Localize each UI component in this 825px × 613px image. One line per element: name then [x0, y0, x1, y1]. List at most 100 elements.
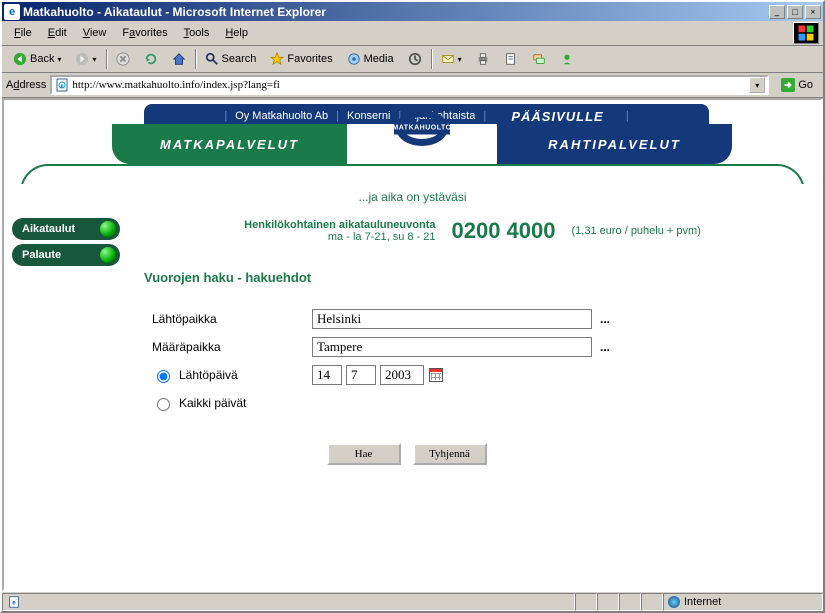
search-button[interactable]: Search	[200, 49, 262, 69]
radio-departure-date[interactable]	[157, 370, 170, 383]
forward-arrow-icon	[75, 52, 89, 66]
menu-help[interactable]: Help	[217, 25, 256, 41]
calendar-icon[interactable]	[429, 368, 443, 382]
topnav-company[interactable]: Oy Matkahuolto Ab	[235, 110, 328, 122]
minimize-button[interactable]: _	[769, 5, 785, 19]
led-icon	[100, 221, 116, 237]
tab-travel[interactable]: MATKAPALVELUT	[112, 124, 347, 164]
back-arrow-icon	[13, 52, 27, 66]
print-icon	[476, 52, 490, 66]
globe-icon	[668, 596, 680, 608]
clear-button[interactable]: Tyhjennä	[413, 443, 487, 465]
status-bar: e Internet	[2, 591, 823, 611]
slogan-text: ...ja aika on ystäväsi	[4, 190, 821, 204]
radio-all-label: Kaikki päivät	[179, 396, 246, 410]
search-icon	[205, 52, 219, 66]
go-label: Go	[798, 79, 813, 91]
year-input[interactable]	[380, 365, 424, 385]
advice-line: Henkilökohtainen aikatauluneuvonta ma - …	[144, 218, 801, 244]
print-button[interactable]	[471, 49, 495, 69]
topnav-main[interactable]: PÄÄSIVULLE	[511, 109, 603, 124]
from-label: Lähtöpaikka	[152, 312, 312, 326]
home-button[interactable]	[167, 49, 191, 69]
chevron-down-icon[interactable]: ▾	[57, 55, 61, 64]
mail-button[interactable]: ▾	[436, 49, 467, 69]
stop-button[interactable]	[111, 49, 135, 69]
content-area: | Oy Matkahuolto Ab | Konserni | Ajankoh…	[2, 98, 823, 591]
menu-edit[interactable]: Edit	[40, 25, 75, 41]
media-button[interactable]: Media	[342, 49, 399, 69]
section-title: Vuorojen haku - hakuehdot	[144, 270, 311, 285]
ie-throbber-icon	[793, 22, 819, 44]
phone-number: 0200 4000	[452, 218, 556, 244]
maximize-button[interactable]: □	[787, 5, 803, 19]
led-icon	[100, 247, 116, 263]
radio-departure-label: Lähtöpäivä	[179, 368, 238, 382]
close-button[interactable]: ×	[805, 5, 821, 19]
messenger-button[interactable]	[555, 49, 579, 69]
menu-view[interactable]: View	[75, 25, 115, 41]
favorites-button[interactable]: Favorites	[265, 49, 337, 69]
search-button[interactable]: Hae	[327, 443, 401, 465]
from-lookup[interactable]: ...	[600, 312, 610, 326]
status-main: e	[2, 593, 575, 611]
to-lookup[interactable]: ...	[600, 340, 610, 354]
status-cell-1	[575, 593, 597, 611]
refresh-icon	[144, 52, 158, 66]
search-label: Search	[222, 53, 257, 65]
favorites-label: Favorites	[287, 53, 332, 65]
menu-tools[interactable]: Tools	[176, 25, 218, 41]
search-form: Lähtöpaikka ... Määräpaikka ... Lähtöpäi…	[152, 305, 781, 465]
security-zone: Internet	[663, 593, 823, 611]
url-text: http://www.matkahuolto.info/index.jsp?la…	[72, 79, 749, 91]
logo-area: MATKAHUOLTO	[347, 124, 497, 164]
radio-all-days[interactable]	[157, 398, 170, 411]
discuss-icon	[532, 52, 546, 66]
edit-icon	[504, 52, 518, 66]
messenger-icon	[560, 52, 574, 66]
logo-text: MATKAHUOLTO	[394, 122, 450, 135]
go-arrow-icon	[781, 78, 795, 92]
star-icon	[270, 52, 284, 66]
to-label: Määräpaikka	[152, 340, 312, 354]
ie-app-icon: e	[4, 4, 20, 20]
day-input[interactable]	[312, 365, 342, 385]
page-icon: e	[54, 77, 70, 93]
sidebar-feedback-label: Palaute	[22, 249, 61, 261]
advice-line2: ma - la 7-21, su 8 - 21	[244, 231, 435, 243]
address-input[interactable]: e http://www.matkahuolto.info/index.jsp?…	[50, 75, 769, 95]
stop-icon	[116, 52, 130, 66]
menu-file[interactable]: File	[6, 25, 40, 41]
window-title: Matkahuolto - Aikataulut - Microsoft Int…	[23, 5, 767, 19]
history-icon	[408, 52, 422, 66]
address-dropdown[interactable]: ▾	[749, 77, 765, 93]
status-cell-3	[619, 593, 641, 611]
history-button[interactable]	[403, 49, 427, 69]
chevron-down-icon[interactable]: ▾	[458, 55, 462, 64]
go-button[interactable]: Go	[775, 76, 819, 94]
from-input[interactable]	[312, 309, 592, 329]
forward-button[interactable]: ▾	[70, 49, 101, 69]
month-input[interactable]	[346, 365, 376, 385]
refresh-button[interactable]	[139, 49, 163, 69]
sidebar-timetables-label: Aikataulut	[22, 223, 75, 235]
menu-bar: File Edit View Favorites Tools Help	[2, 21, 823, 46]
svg-text:e: e	[12, 599, 16, 606]
status-cell-2	[597, 593, 619, 611]
advice-line1: Henkilökohtainen aikatauluneuvonta	[244, 219, 435, 231]
menu-favorites[interactable]: Favorites	[114, 25, 175, 41]
svg-text:e: e	[61, 82, 64, 90]
discuss-button[interactable]	[527, 49, 551, 69]
address-label: Address	[6, 79, 46, 91]
tab-freight[interactable]: RAHTIPALVELUT	[497, 124, 732, 164]
back-label: Back	[30, 53, 54, 65]
sidebar-feedback[interactable]: Palaute	[12, 244, 120, 266]
sidebar-timetables[interactable]: Aikataulut	[12, 218, 120, 240]
edit-button[interactable]	[499, 49, 523, 69]
back-button[interactable]: Back ▾	[8, 49, 66, 69]
zone-label: Internet	[684, 596, 721, 608]
page-ready-icon: e	[7, 595, 21, 609]
chevron-down-icon[interactable]: ▾	[92, 55, 96, 64]
to-input[interactable]	[312, 337, 592, 357]
decorative-curve	[20, 164, 805, 192]
